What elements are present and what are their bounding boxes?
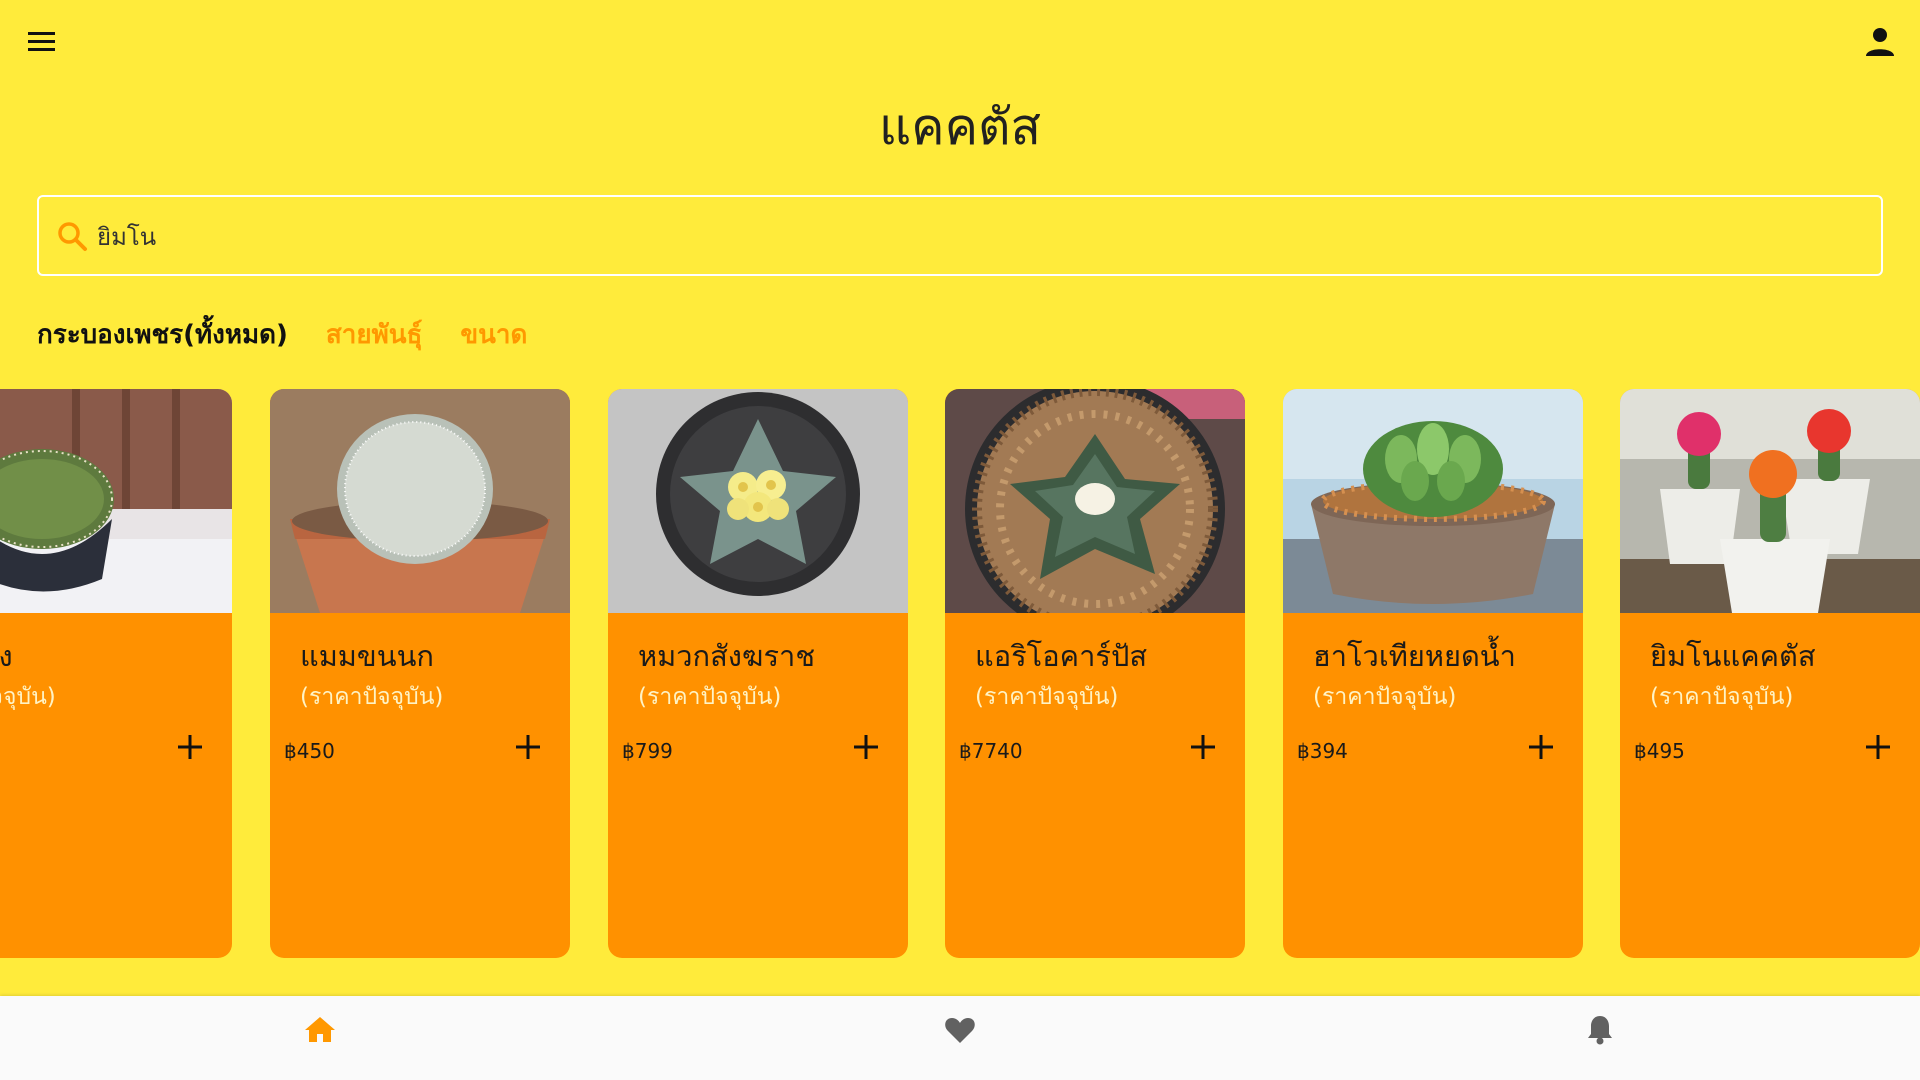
- product-card[interactable]: หมวกสังฆราช (ราคาปัจจุบัน) ฿799: [608, 389, 908, 958]
- tab-species[interactable]: สายพันธุ์: [326, 314, 422, 354]
- add-icon[interactable]: [848, 729, 884, 765]
- tab-size[interactable]: ขนาด: [460, 314, 527, 354]
- card-subtitle: (ราคาปัจจุบัน): [975, 684, 1119, 710]
- cactus-photo-haworthia: [1283, 389, 1583, 613]
- card-price: ฿495: [1634, 739, 1685, 763]
- add-icon[interactable]: [172, 729, 208, 765]
- card-name: ยิมโนแคคตัส: [1650, 639, 1816, 673]
- product-card[interactable]: ทอง าปัจจุบัน): [0, 389, 232, 958]
- card-subtitle: (ราคาปัจจุบัน): [300, 684, 444, 710]
- card-name: หมวกสังฆราช: [638, 639, 816, 673]
- product-card[interactable]: ฮาโวเทียหยดน้ำ (ราคาปัจจุบัน) ฿394: [1283, 389, 1583, 958]
- card-price: ฿799: [622, 739, 673, 763]
- add-icon[interactable]: [510, 729, 546, 765]
- bell-icon[interactable]: [1578, 1008, 1622, 1052]
- card-subtitle: าปัจจุบัน): [0, 684, 56, 710]
- cactus-photo-astrophytum: [608, 389, 908, 613]
- menu-icon[interactable]: [20, 20, 64, 64]
- card-name: ทอง: [0, 639, 13, 673]
- card-price: ฿7740: [959, 739, 1023, 763]
- account-icon[interactable]: [1858, 20, 1902, 64]
- category-tabs: กระบองเพชร(ทั้งหมด) สายพันธุ์ ขนาด: [37, 314, 565, 354]
- add-icon[interactable]: [1860, 729, 1896, 765]
- tab-all-cactus[interactable]: กระบองเพชร(ทั้งหมด): [37, 314, 288, 354]
- card-subtitle: (ราคาปัจจุบัน): [1313, 684, 1457, 710]
- card-name: แอริโอคาร์ปัส: [975, 639, 1148, 673]
- cactus-photo-mammillaria: [270, 389, 570, 613]
- product-card[interactable]: แอริโอคาร์ปัส (ราคาปัจจุบัน) ฿7740: [945, 389, 1245, 958]
- product-card[interactable]: ยิมโนแคคตัส (ราคาปัจจุบัน) ฿495: [1620, 389, 1920, 958]
- home-icon[interactable]: [298, 1008, 342, 1052]
- cactus-photo-golden-barrel: [0, 389, 232, 613]
- card-subtitle: (ราคาปัจจุบัน): [638, 684, 782, 710]
- card-price: ฿394: [1297, 739, 1348, 763]
- card-price: ฿450: [284, 739, 335, 763]
- heart-icon[interactable]: [938, 1008, 982, 1052]
- cactus-photo-gymnocalycium: [1620, 389, 1920, 613]
- top-app-bar: [0, 0, 1920, 84]
- add-icon[interactable]: [1523, 729, 1559, 765]
- add-icon[interactable]: [1185, 729, 1221, 765]
- search-bar[interactable]: [37, 195, 1883, 276]
- bottom-navigation: [0, 996, 1920, 1080]
- product-card[interactable]: แมมขนนก (ราคาปัจจุบัน) ฿450: [270, 389, 570, 958]
- card-name: แมมขนนก: [300, 639, 434, 673]
- page-title: แคคตัส: [878, 98, 1042, 156]
- card-subtitle: (ราคาปัจจุบัน): [1650, 684, 1794, 710]
- search-icon: [53, 217, 93, 257]
- card-name: ฮาโวเทียหยดน้ำ: [1313, 639, 1516, 673]
- search-input[interactable]: [97, 211, 1857, 261]
- cactus-photo-ariocarpus: [945, 389, 1245, 613]
- product-carousel[interactable]: ทอง าปัจจุบัน) แมมขนนก (ราคาปัจจุบัน) ฿4…: [0, 389, 1920, 959]
